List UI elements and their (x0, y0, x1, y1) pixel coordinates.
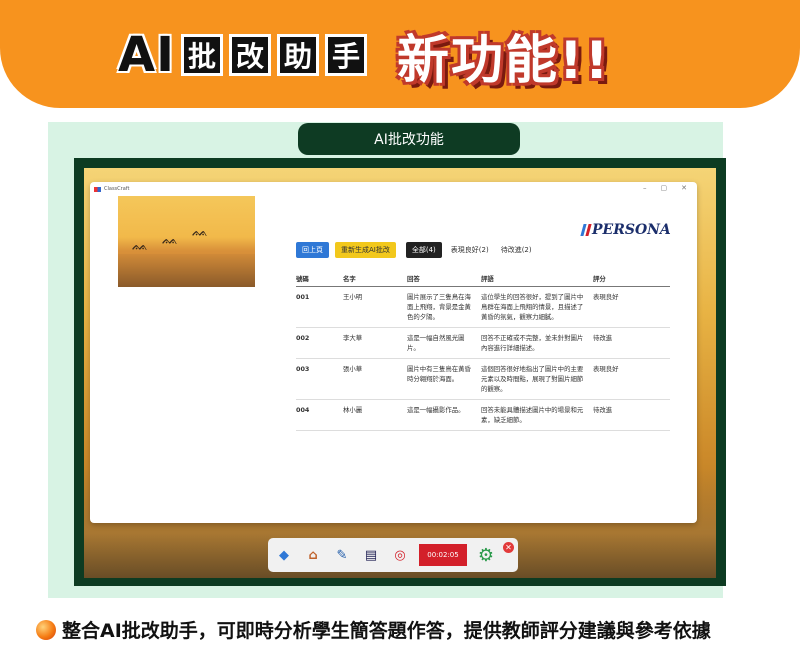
row-grade: 表現良好 (593, 293, 619, 301)
row-number: 002 (296, 334, 310, 342)
header-answer: 回答 (407, 274, 420, 283)
filter-improve-tab[interactable]: 待改進(2) (498, 242, 535, 258)
banner-char: 手 (325, 34, 368, 76)
bird-icon: ᨐ (192, 224, 209, 240)
row-number: 001 (296, 293, 310, 301)
banner-char: 助 (277, 34, 320, 76)
banner-char: 改 (229, 34, 272, 76)
header-number: 號碼 (296, 274, 309, 283)
action-bar: 回上頁 重新生成AI批改 全部(4) 表現良好(2) 待改進(2) (296, 242, 535, 258)
header-name: 名字 (343, 274, 356, 283)
feature-caption: 整合AI批改助手，可即時分析學生簡答題作答，提供教師評分建議與參考依據 (36, 616, 711, 643)
app-window: ClassCraft – ▢ ✕ ᨐ ᨐ ᨐ PERSONA 回上頁 重新生成A… (90, 182, 697, 523)
row-answer: 圖片中有三隻鳥在黃昏時分翱翔於海面。 (407, 365, 471, 383)
row-grade: 表現良好 (593, 365, 619, 373)
table-row[interactable]: 003 張小華 圖片中有三隻鳥在黃昏時分翱翔於海面。 這個回答很好地指出了圖片中… (296, 359, 670, 400)
timer-display[interactable]: 00:02:05 (419, 544, 467, 566)
table-row[interactable]: 004 林小麗 這是一幅攝影作品。 回答未能具體描述圖片中的場景和元素，缺乏細節… (296, 400, 670, 431)
persona-logo: PERSONA (580, 222, 671, 238)
window-controls: – ▢ ✕ (643, 184, 687, 192)
filter-all-tab[interactable]: 全部(4) (405, 242, 442, 258)
banner-char: 批 (181, 34, 224, 76)
bird-icon: ᨐ (132, 238, 149, 254)
image-sea (118, 254, 255, 287)
row-name: 張小華 (343, 365, 363, 373)
maximize-icon[interactable]: ▢ (661, 184, 668, 192)
grading-table: 號碼 名字 回答 評語 評分 001 王小明 圖片展示了三隻鳥在海面上飛翔，背景… (296, 270, 670, 431)
table-row[interactable]: 002 李大華 這是一幅自然風光圖片。 回答不正確或不完整，並未針對圖片內容進行… (296, 328, 670, 359)
row-comment: 這位學生的回答很好，提到了圖片中鳥群在海面上飛翔的情景，且描述了黃昏的氛氣，觀察… (481, 293, 584, 321)
row-number: 004 (296, 406, 310, 414)
row-number: 003 (296, 365, 310, 373)
minimize-icon[interactable]: – (643, 184, 647, 192)
back-button[interactable]: 回上頁 (296, 242, 329, 258)
row-name: 林小麗 (343, 406, 363, 414)
panel-title: AI批改功能 (298, 123, 520, 155)
header-grade: 評分 (593, 274, 606, 283)
bird-icon: ᨐ (162, 232, 179, 248)
classroom-icon[interactable]: ⌂ (303, 545, 323, 565)
table-row[interactable]: 001 王小明 圖片展示了三隻鳥在海面上飛翔，背景是金黃色的夕陽。 這位學生的回… (296, 287, 670, 328)
row-comment: 這個回答很好地指出了圖片中的主要元素以及時間點，展現了對圖片細節的觀察。 (481, 365, 584, 393)
window-titlebar: ClassCraft – ▢ ✕ (90, 182, 697, 196)
app-logo-icon (94, 186, 101, 192)
row-grade: 待改進 (593, 334, 613, 342)
caption-text: 整合AI批改助手，可即時分析學生簡答題作答，提供教師評分建議與參考依據 (62, 620, 711, 642)
bullet-icon (36, 619, 56, 640)
abc-board-icon[interactable]: ▤ (361, 545, 381, 565)
banner-ai-text: AI (118, 27, 176, 83)
persona-text: PERSONA (592, 222, 671, 238)
row-name: 王小明 (343, 293, 363, 301)
question-image: ᨐ ᨐ ᨐ (118, 196, 255, 287)
banner-new-feature: 新功能!! (397, 30, 611, 91)
banner-title: AI 批 改 助 手 新功能!! (118, 22, 610, 91)
persona-bar-icon (585, 224, 592, 236)
filter-good-tab[interactable]: 表現良好(2) (448, 242, 492, 258)
close-icon[interactable]: ✕ (681, 184, 687, 192)
regenerate-ai-button[interactable]: 重新生成AI批改 (335, 242, 396, 258)
header-comment: 評語 (481, 274, 494, 283)
row-name: 李大華 (343, 334, 363, 342)
row-grade: 待改進 (593, 406, 613, 414)
row-comment: 回答未能具體描述圖片中的場景和元素，缺乏細節。 (481, 406, 584, 424)
notebook-icon[interactable]: ✎ (332, 545, 352, 565)
header-banner: AI 批 改 助 手 新功能!! (0, 0, 800, 108)
row-answer: 圖片展示了三隻鳥在海面上飛翔，背景是金黃色的夕陽。 (407, 293, 471, 321)
row-comment: 回答不正確或不完整，並未針對圖片內容進行詳細描述。 (481, 334, 584, 352)
row-answer: 這是一幅攝影作品。 (407, 406, 465, 414)
table-header: 號碼 名字 回答 評語 評分 (296, 270, 670, 287)
app-name: ClassCraft (104, 186, 130, 192)
ai-gear-icon[interactable]: ⚙ (476, 545, 496, 566)
toolbar-close-icon[interactable]: ✕ (503, 542, 514, 553)
row-answer: 這是一幅自然風光圖片。 (407, 334, 465, 352)
target-icon[interactable]: ◎ (390, 545, 410, 565)
classcraft-icon[interactable]: ◆ (274, 545, 294, 565)
toolbar: ◆ ⌂ ✎ ▤ ◎ 00:02:05 ⚙ ✕ (268, 538, 518, 572)
